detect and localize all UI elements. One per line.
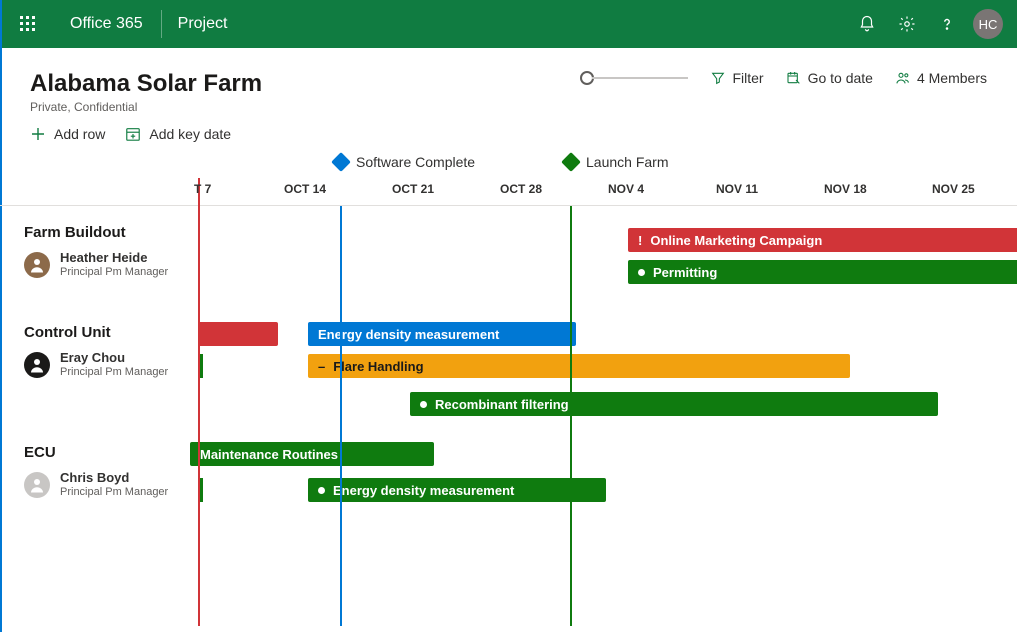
dash-icon: – — [318, 359, 325, 374]
alert-icon: ! — [638, 233, 642, 248]
calendar-plus-icon — [125, 126, 141, 142]
owner-name: Heather Heide — [60, 251, 168, 266]
owner-name: Chris Boyd — [60, 471, 168, 486]
milestone-diamond-icon — [561, 152, 581, 172]
task-bar-label: Online Marketing Campaign — [650, 233, 822, 248]
status-dot-icon — [638, 269, 645, 276]
suite-brand[interactable]: Office 365 — [52, 0, 161, 48]
timeline-tick: NOV 11 — [716, 182, 758, 196]
task-bar-label: Permitting — [653, 265, 717, 280]
owner-avatar — [24, 252, 50, 278]
owner-text: Heather HeidePrincipal Pm Manager — [60, 251, 168, 279]
swimlane: Control UnitEray ChouPrincipal Pm Manage… — [0, 306, 1017, 426]
task-bar-label: Flare Handling — [333, 359, 423, 374]
timeline-tick: OCT 28 — [500, 182, 542, 196]
help-icon — [938, 15, 956, 33]
gear-icon — [898, 15, 916, 33]
add-row-button[interactable]: Add row — [30, 126, 105, 142]
members-icon — [895, 70, 911, 86]
members-label: 4 Members — [917, 70, 987, 86]
app-launcher-button[interactable] — [4, 0, 52, 48]
roadmap: Software Complete Launch Farm T 7 OCT 14 OC… — [0, 154, 1017, 630]
milestone-diamond-icon — [331, 152, 351, 172]
project-meta: Private, Confidential — [30, 100, 262, 114]
project-title: Alabama Solar Farm — [30, 70, 262, 98]
zoom-slider[interactable] — [580, 71, 688, 85]
milestone-line — [340, 206, 342, 626]
header-tools: Filter Go to date 4 Members — [580, 70, 987, 86]
milestone-line — [570, 206, 572, 626]
bell-icon — [858, 15, 876, 33]
milestone-label: Software Complete — [356, 154, 475, 170]
app-name[interactable]: Project — [162, 15, 244, 33]
goto-date-button[interactable]: Go to date — [786, 70, 873, 86]
owner-text: Eray ChouPrincipal Pm Manager — [60, 351, 168, 379]
timeline-tick: NOV 18 — [824, 182, 867, 196]
owner-role: Principal Pm Manager — [60, 486, 168, 499]
notifications-button[interactable] — [847, 0, 887, 48]
filter-icon — [710, 70, 726, 86]
timeline-tick: NOV 25 — [932, 182, 975, 196]
members-button[interactable]: 4 Members — [895, 70, 987, 86]
task-bar[interactable]: Energy density measurement — [308, 478, 606, 502]
settings-button[interactable] — [887, 0, 927, 48]
task-bar[interactable]: ! Online Marketing Campaign — [628, 228, 1017, 252]
user-avatar[interactable]: HC — [973, 9, 1003, 39]
milestone[interactable]: Software Complete — [334, 154, 475, 170]
milestone-row: Software Complete Launch Farm — [190, 154, 1017, 178]
milestone-label: Launch Farm — [586, 154, 668, 170]
task-bar[interactable]: Recombinant filtering — [410, 392, 938, 416]
edge-marker — [200, 354, 203, 378]
filter-label: Filter — [732, 70, 763, 86]
swimlane-title: ECU — [24, 444, 1017, 461]
swimlane-header: ECU — [0, 444, 1017, 467]
track-area[interactable]: Farm BuildoutHeather HeidePrincipal Pm M… — [0, 206, 1017, 626]
page-header: Alabama Solar Farm Private, Confidential… — [0, 48, 1017, 122]
timeline-tick: NOV 4 — [608, 182, 644, 196]
waffle-icon — [20, 16, 36, 32]
owner-text: Chris BoydPrincipal Pm Manager — [60, 471, 168, 499]
task-bar[interactable]: Maintenance Routines — [190, 442, 434, 466]
task-bar[interactable]: Energy density measurement — [308, 322, 576, 346]
owner-avatar — [24, 352, 50, 378]
owner-name: Eray Chou — [60, 351, 168, 366]
status-dot-icon — [420, 401, 427, 408]
timeline-tick: OCT 21 — [392, 182, 434, 196]
swimlane: ECU Chris BoydPrincipal Pm Manager Mainten… — [0, 426, 1017, 526]
title-block: Alabama Solar Farm Private, Confidential — [30, 70, 262, 114]
add-row-label: Add row — [54, 126, 105, 142]
task-bar-label: Energy density measurement — [318, 327, 499, 342]
task-bar[interactable]: –Flare Handling — [308, 354, 850, 378]
task-bar[interactable] — [198, 322, 278, 346]
owner-avatar — [24, 472, 50, 498]
filter-button[interactable]: Filter — [710, 70, 763, 86]
owner-role: Principal Pm Manager — [60, 266, 168, 279]
add-key-date-label: Add key date — [149, 126, 231, 142]
suite-bar: Office 365 Project HC — [0, 0, 1017, 48]
action-bar: Add row Add key date — [0, 122, 1017, 154]
edge-marker — [200, 478, 203, 502]
timeline-tick: OCT 14 — [284, 182, 326, 196]
today-line — [198, 206, 200, 626]
timeline-tick: T 7 — [194, 182, 211, 196]
task-bar-label: Recombinant filtering — [435, 397, 569, 412]
goto-date-icon — [786, 70, 802, 86]
plus-icon — [30, 126, 46, 142]
task-bar-label: Maintenance Routines — [200, 447, 338, 462]
owner-role: Principal Pm Manager — [60, 366, 168, 379]
zoom-track[interactable] — [592, 77, 688, 79]
task-bar-label: Energy density measurement — [333, 483, 514, 498]
task-bar[interactable]: Permitting — [628, 260, 1017, 284]
status-dot-icon — [318, 487, 325, 494]
goto-date-label: Go to date — [808, 70, 873, 86]
add-key-date-button[interactable]: Add key date — [125, 126, 231, 142]
milestone[interactable]: Launch Farm — [564, 154, 668, 170]
timeline-ruler: T 7 OCT 14 OCT 21 OCT 28 NOV 4 NOV 11 NOV 18 NO… — [0, 178, 1017, 206]
timeline-labels: T 7 OCT 14 OCT 21 OCT 28 NOV 4 NOV 11 NOV 18 NO… — [190, 178, 1017, 205]
help-button[interactable] — [927, 0, 967, 48]
swimlane: Farm BuildoutHeather HeidePrincipal Pm M… — [0, 206, 1017, 306]
